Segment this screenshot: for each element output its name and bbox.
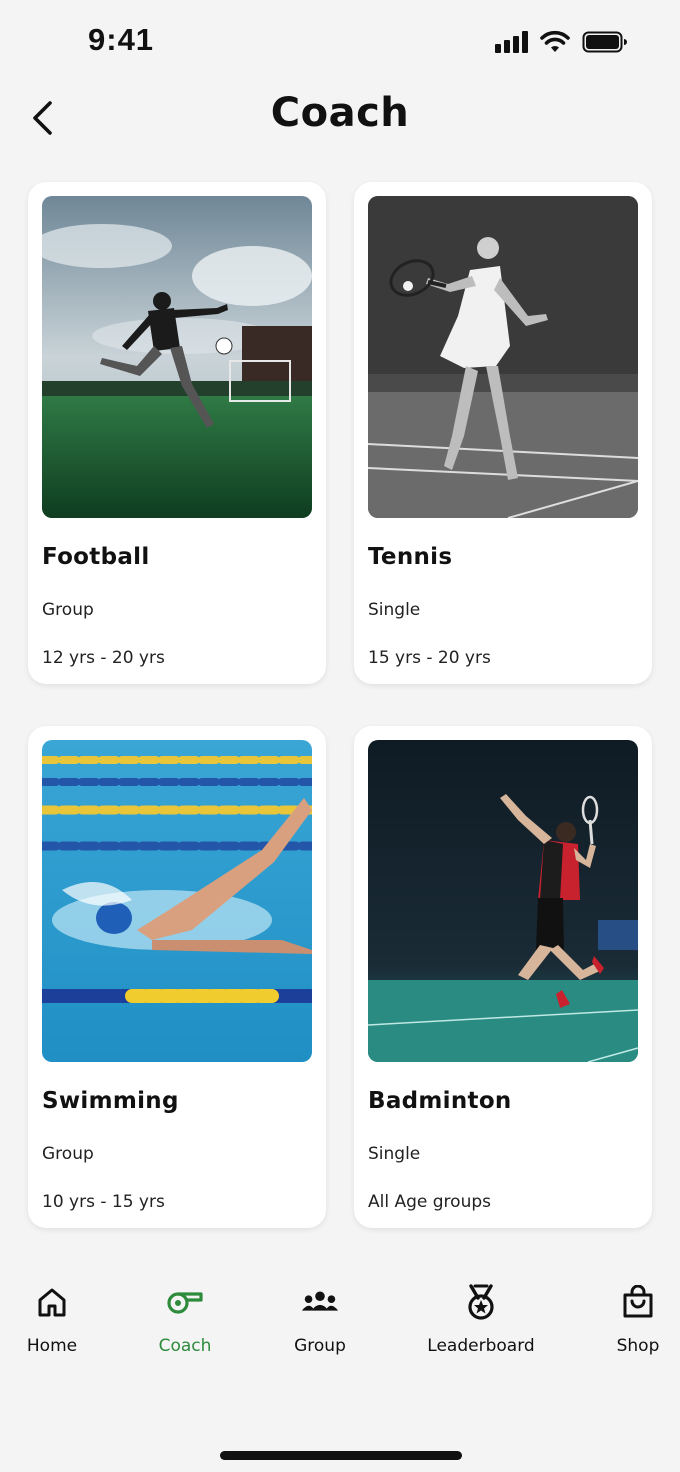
- nav-label: Shop: [616, 1336, 660, 1356]
- shopping-bag-icon: [618, 1282, 658, 1322]
- nav-item-coach[interactable]: Coach: [154, 1282, 216, 1356]
- nav-label: Coach: [158, 1336, 212, 1356]
- sport-card-tennis[interactable]: Tennis Single 15 yrs - 20 yrs: [354, 182, 652, 684]
- nav-item-leaderboard[interactable]: Leaderboard: [424, 1282, 538, 1356]
- status-bar: 9:41: [0, 0, 680, 84]
- status-time: 9:41: [88, 22, 155, 57]
- bottom-nav: Home Coach Group Leaderboard Shop: [0, 1268, 680, 1472]
- card-age-range: 12 yrs - 20 yrs: [42, 648, 165, 668]
- card-type: Single: [368, 1144, 421, 1164]
- card-title: Tennis: [368, 544, 453, 570]
- header: Coach: [0, 84, 680, 154]
- coach-grid: Football Group 12 yrs - 20 yrs Tennis Si…: [28, 182, 652, 1228]
- badminton-image: [368, 740, 638, 1062]
- card-type: Single: [368, 600, 421, 620]
- nav-label: Leaderboard: [427, 1336, 535, 1356]
- page-title: Coach: [270, 90, 410, 136]
- status-icons: [495, 30, 628, 54]
- home-icon: [32, 1282, 72, 1322]
- nav-item-group[interactable]: Group: [292, 1282, 348, 1356]
- nav-item-home[interactable]: Home: [24, 1282, 80, 1356]
- home-indicator[interactable]: [220, 1451, 462, 1460]
- cellular-signal-icon: [495, 31, 528, 53]
- sport-card-badminton[interactable]: Badminton Single All Age groups: [354, 726, 652, 1228]
- card-title: Swimming: [42, 1088, 179, 1114]
- nav-label: Group: [294, 1336, 346, 1356]
- group-icon: [300, 1282, 340, 1322]
- whistle-icon: [165, 1282, 205, 1322]
- nav-item-shop[interactable]: Shop: [614, 1282, 662, 1356]
- card-title: Badminton: [368, 1088, 512, 1114]
- wifi-icon: [540, 30, 570, 52]
- nav-label: Home: [26, 1336, 78, 1356]
- card-title: Football: [42, 544, 150, 570]
- card-type: Group: [42, 600, 94, 620]
- medal-icon: [461, 1282, 501, 1322]
- card-type: Group: [42, 1144, 94, 1164]
- card-age-range: 15 yrs - 20 yrs: [368, 648, 491, 668]
- football-image: [42, 196, 312, 518]
- tennis-image: [368, 196, 638, 518]
- card-age-range: 10 yrs - 15 yrs: [42, 1192, 165, 1212]
- battery-icon: [582, 31, 627, 53]
- sport-card-football[interactable]: Football Group 12 yrs - 20 yrs: [28, 182, 326, 684]
- card-age-range: All Age groups: [368, 1192, 491, 1212]
- sport-card-swimming[interactable]: Swimming Group 10 yrs - 15 yrs: [28, 726, 326, 1228]
- swimming-image: [42, 740, 312, 1062]
